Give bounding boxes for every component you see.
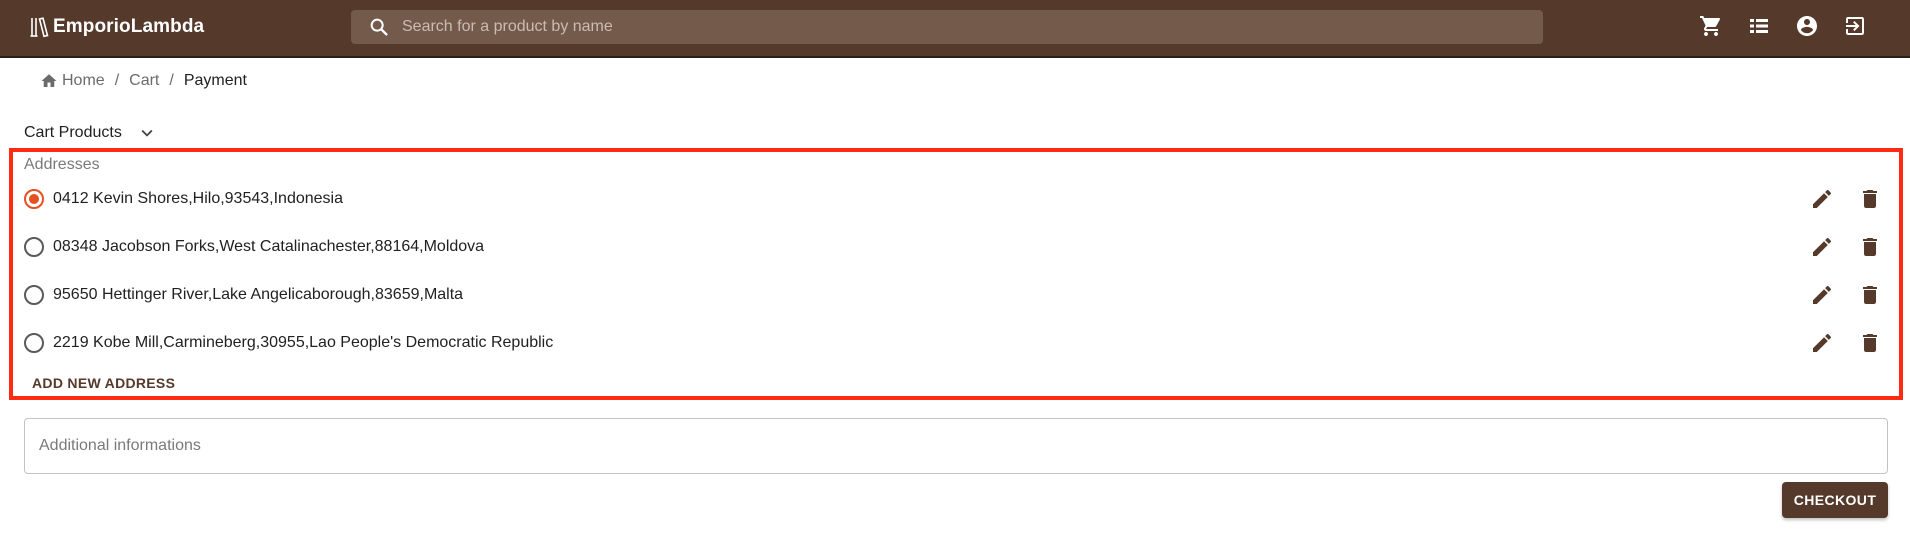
address-row: 08348 Jacobson Forks,West Catalinacheste… (22, 223, 1882, 271)
address-radio[interactable] (24, 333, 44, 353)
address-row: 2219 Kobe Mill,Carmineberg,30955,Lao Peo… (22, 319, 1882, 367)
additional-info-input[interactable] (25, 419, 1887, 473)
breadcrumb-separator: / (169, 72, 174, 89)
pencil-icon (1813, 189, 1832, 208)
address-list: 0412 Kevin Shores,Hilo,93543,Indonesia 0… (22, 175, 1882, 367)
brand-logo[interactable]: EmporioLambda (28, 14, 204, 40)
edit-address-button[interactable] (1810, 235, 1834, 259)
pencil-icon (1813, 333, 1832, 352)
trash-icon (1863, 334, 1877, 352)
address-actions (1786, 187, 1882, 211)
breadcrumb: Home / Cart / Payment (40, 71, 247, 91)
delete-address-button[interactable] (1858, 187, 1882, 211)
breadcrumb-separator: / (114, 72, 120, 89)
edit-address-button[interactable] (1810, 283, 1834, 307)
edit-address-button[interactable] (1810, 187, 1834, 211)
brand-name: EmporioLambda (53, 16, 205, 37)
address-text: 2219 Kobe Mill,Carmineberg,30955,Lao Peo… (53, 334, 554, 351)
address-actions (1786, 235, 1882, 259)
delete-address-button[interactable] (1858, 283, 1882, 307)
additional-info-field[interactable] (24, 418, 1888, 474)
edit-address-button[interactable] (1810, 331, 1834, 355)
delete-address-button[interactable] (1858, 331, 1882, 355)
breadcrumb-current: Payment (183, 72, 247, 89)
search-icon (370, 18, 388, 36)
cart-products-label: Cart Products (24, 124, 122, 141)
pencil-icon (1813, 237, 1832, 256)
trash-icon (1863, 190, 1877, 208)
chevron-down-icon (141, 129, 153, 137)
address-text: 95650 Hettinger River,Lake Angelicaborou… (53, 286, 464, 303)
address-row: 95650 Hettinger River,Lake Angelicaborou… (22, 271, 1882, 319)
address-row: 0412 Kevin Shores,Hilo,93543,Indonesia (22, 175, 1882, 223)
address-actions (1786, 283, 1882, 307)
checkout-button[interactable]: CHECKOUT (1782, 482, 1888, 518)
pencil-icon (1813, 285, 1832, 304)
add-new-address-button[interactable]: ADD NEW ADDRESS (32, 375, 175, 391)
search-bar[interactable] (351, 10, 1543, 44)
address-radio[interactable] (24, 285, 44, 305)
appbar-actions (1675, 14, 1867, 38)
breadcrumb-home[interactable]: Home (62, 72, 105, 90)
account-icon (1797, 16, 1817, 36)
breadcrumb-cart[interactable]: Cart (129, 72, 159, 90)
address-actions (1786, 331, 1882, 355)
addresses-label: Addresses (24, 156, 100, 173)
cart-products-toggle[interactable]: Cart Products (24, 122, 158, 144)
library-icon (30, 17, 49, 38)
account-button[interactable] (1795, 14, 1819, 38)
trash-icon (1863, 238, 1877, 256)
logout-icon (1846, 17, 1864, 35)
home-icon (41, 74, 57, 87)
address-radio[interactable] (24, 189, 44, 209)
trash-icon (1863, 286, 1877, 304)
delete-address-button[interactable] (1858, 235, 1882, 259)
orders-button[interactable] (1747, 14, 1771, 38)
orders-list-icon (1750, 19, 1768, 33)
cart-icon (1700, 16, 1721, 36)
search-input[interactable] (402, 10, 1543, 44)
cart-button[interactable] (1699, 14, 1723, 38)
address-radio[interactable] (24, 237, 44, 257)
app-bar: EmporioLambda (0, 0, 1910, 58)
logout-button[interactable] (1843, 14, 1867, 38)
address-text: 0412 Kevin Shores,Hilo,93543,Indonesia (53, 190, 343, 207)
address-text: 08348 Jacobson Forks,West Catalinacheste… (53, 238, 485, 255)
